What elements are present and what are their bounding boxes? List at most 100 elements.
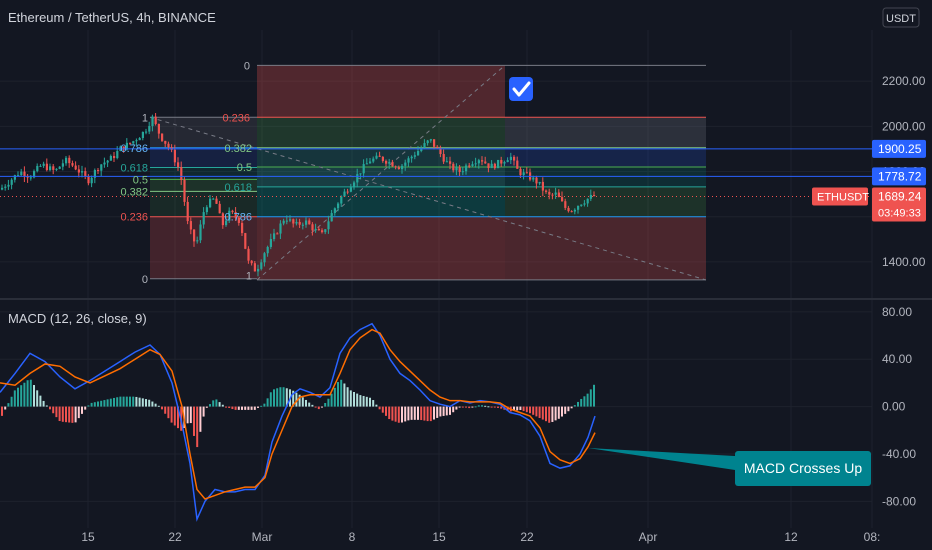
histogram-bar [391,406,394,421]
candle-body [145,131,148,133]
histogram-bar [397,406,400,423]
candle-body [445,161,448,163]
histogram-bar [71,406,74,423]
histogram-bar [471,406,474,408]
candle-body [289,219,292,221]
histogram-bar [61,406,64,422]
checkmark-icon[interactable] [509,77,533,101]
candle-body [295,221,298,224]
macd-axis-tick: -40.00 [882,447,916,461]
histogram-bar [282,387,285,407]
histogram-bar [189,406,192,424]
histogram-bar [487,406,490,408]
histogram-bar [561,406,563,417]
histogram-bar [365,396,368,407]
candle-body [113,155,116,159]
candle-body [417,151,420,156]
currency-badge-label[interactable]: USDT [886,13,916,25]
fib-mid-zone [505,167,706,187]
histogram-bar [157,405,160,407]
candle-body [554,192,557,195]
candle-body [241,222,244,234]
macd-axis-tick: 40.00 [882,352,912,366]
candle-body [359,173,362,175]
candle-body [177,162,180,168]
histogram-bar [141,398,144,407]
symbol-tag-name: ETHUSDT [817,192,869,204]
candle-body [353,182,356,188]
candle-body [401,165,404,170]
histogram-bar [148,399,151,407]
histogram-bar [545,406,547,422]
fib-left-label: 0.382 [120,186,148,198]
histogram-bar [29,379,32,407]
symbol-title[interactable]: Ethereum / TetherUS, 4h, BINANCE [8,10,216,25]
candle-body [548,191,551,195]
histogram-bar [385,406,387,416]
candle-body [173,149,176,163]
candle-body [77,169,80,173]
candle-body [74,165,77,170]
candle-body [52,166,55,170]
histogram-bar [413,406,416,420]
candle-body [55,168,58,170]
candle-body [519,168,522,176]
time-axis-tick: 8 [349,530,356,544]
price-axis-tick: 2200.00 [882,74,926,88]
currency-badge[interactable]: USDT [882,7,920,28]
chart-canvas[interactable]: 2200.002000.001800.001600.001400.001900.… [0,0,932,550]
candle-body [253,263,256,272]
histogram-bar [477,405,480,407]
histogram-bar [593,384,595,407]
fib-mid-zone [505,147,706,167]
candle-body [391,161,394,167]
histogram-bar [407,406,410,421]
macd-axis-tick: -80.00 [882,494,916,508]
histogram-bar [500,406,503,409]
histogram-bar [369,397,371,407]
histogram-bar [205,406,208,408]
fib-top-zone [257,147,505,167]
candle-body [311,224,314,231]
histogram-bar [548,406,551,423]
candle-body [84,171,87,176]
candle-body [282,220,285,224]
candle-body [298,221,301,225]
candle-body [356,174,359,183]
histogram-bar [209,404,211,407]
candle-body [506,160,509,163]
fib-zones [149,64,707,281]
candle-body [103,162,106,165]
histogram-bar [468,406,471,409]
histogram-bar [231,406,234,410]
candle-body [477,160,480,164]
candle-body [273,233,276,240]
candle-body [378,155,381,157]
histogram-bar [52,406,55,414]
histogram-bar [353,391,355,407]
fib-mid-label: 0.382 [224,143,252,155]
fib-top-zone [257,186,505,217]
time-axis-tick: Mar [252,530,273,544]
histogram-bar [343,383,346,407]
histogram-bar [269,392,272,407]
candle-body [474,163,477,165]
histogram-bar [433,406,435,420]
histogram-bar [273,389,275,407]
histogram-bar [81,406,83,414]
histogram-bar [26,380,29,407]
time-axis-tick: 08: [864,530,881,544]
histogram-bar [417,406,419,420]
histogram-bar [401,406,403,423]
histogram-bar [439,406,442,417]
macd-indicator-label[interactable]: MACD (12, 26, close, 9) [8,311,147,326]
candle-body [135,140,138,142]
candle-body [583,203,586,205]
candle-body [532,177,535,180]
candle-body [193,229,196,242]
histogram-bar [42,400,45,407]
histogram-bar [516,406,519,411]
histogram-bar [423,406,426,421]
histogram-bar [106,399,109,407]
histogram-bar [449,406,451,415]
